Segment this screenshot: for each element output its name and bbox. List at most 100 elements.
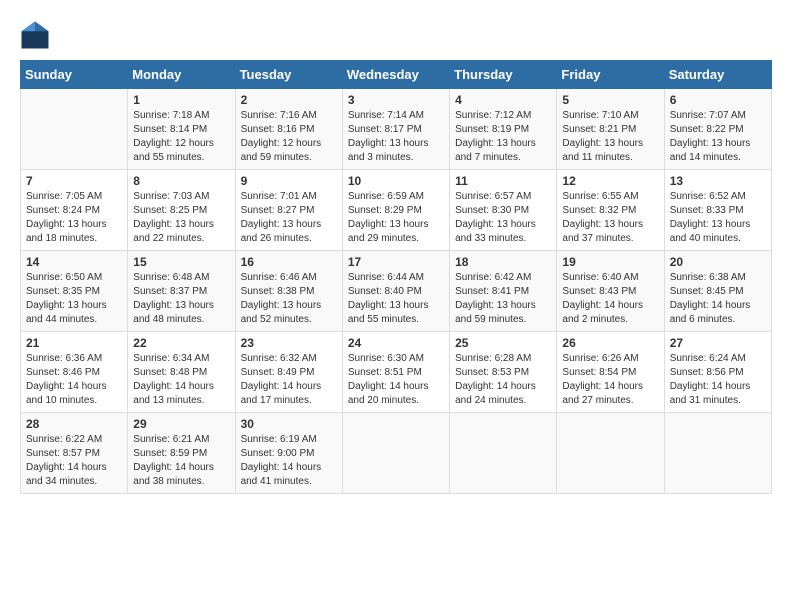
calendar-cell: 25Sunrise: 6:28 AMSunset: 8:53 PMDayligh… (450, 332, 557, 413)
day-number: 29 (133, 417, 229, 431)
sunset-text: Sunset: 8:53 PM (455, 367, 529, 378)
sunset-text: Sunset: 8:35 PM (26, 286, 100, 297)
day-number: 9 (241, 174, 337, 188)
day-number: 21 (26, 336, 122, 350)
sunrise-text: Sunrise: 6:22 AM (26, 434, 102, 445)
cell-content: Sunrise: 6:44 AMSunset: 8:40 PMDaylight:… (348, 271, 444, 327)
cell-content: Sunrise: 6:30 AMSunset: 8:51 PMDaylight:… (348, 352, 444, 408)
sunrise-text: Sunrise: 6:50 AM (26, 272, 102, 283)
daylight-text: Daylight: 12 hours and 59 minutes. (241, 138, 322, 163)
day-number: 6 (670, 93, 766, 107)
daylight-text: Daylight: 13 hours and 44 minutes. (26, 300, 107, 325)
sunset-text: Sunset: 8:27 PM (241, 205, 315, 216)
daylight-text: Daylight: 13 hours and 14 minutes. (670, 138, 751, 163)
sunset-text: Sunset: 8:48 PM (133, 367, 207, 378)
cell-content: Sunrise: 6:38 AMSunset: 8:45 PMDaylight:… (670, 271, 766, 327)
sunrise-text: Sunrise: 6:57 AM (455, 191, 531, 202)
day-number: 5 (562, 93, 658, 107)
calendar-cell (557, 413, 664, 494)
cell-content: Sunrise: 7:14 AMSunset: 8:17 PMDaylight:… (348, 109, 444, 165)
calendar-cell: 15Sunrise: 6:48 AMSunset: 8:37 PMDayligh… (128, 251, 235, 332)
day-number: 16 (241, 255, 337, 269)
sunset-text: Sunset: 8:57 PM (26, 448, 100, 459)
sunset-text: Sunset: 8:19 PM (455, 124, 529, 135)
sunrise-text: Sunrise: 6:19 AM (241, 434, 317, 445)
logo-icon (20, 20, 50, 50)
sunrise-text: Sunrise: 6:40 AM (562, 272, 638, 283)
cell-content: Sunrise: 7:01 AMSunset: 8:27 PMDaylight:… (241, 190, 337, 246)
cell-content: Sunrise: 6:19 AMSunset: 9:00 PMDaylight:… (241, 433, 337, 489)
calendar-cell: 20Sunrise: 6:38 AMSunset: 8:45 PMDayligh… (664, 251, 771, 332)
day-number: 8 (133, 174, 229, 188)
cell-content: Sunrise: 7:12 AMSunset: 8:19 PMDaylight:… (455, 109, 551, 165)
day-header-thursday: Thursday (450, 61, 557, 89)
calendar-week-4: 21Sunrise: 6:36 AMSunset: 8:46 PMDayligh… (21, 332, 772, 413)
day-header-friday: Friday (557, 61, 664, 89)
cell-content: Sunrise: 6:59 AMSunset: 8:29 PMDaylight:… (348, 190, 444, 246)
daylight-text: Daylight: 14 hours and 17 minutes. (241, 381, 322, 406)
daylight-text: Daylight: 14 hours and 31 minutes. (670, 381, 751, 406)
calendar-cell: 24Sunrise: 6:30 AMSunset: 8:51 PMDayligh… (342, 332, 449, 413)
calendar-table: SundayMondayTuesdayWednesdayThursdayFrid… (20, 60, 772, 494)
sunrise-text: Sunrise: 6:26 AM (562, 353, 638, 364)
daylight-text: Daylight: 14 hours and 13 minutes. (133, 381, 214, 406)
calendar-cell: 28Sunrise: 6:22 AMSunset: 8:57 PMDayligh… (21, 413, 128, 494)
cell-content: Sunrise: 6:48 AMSunset: 8:37 PMDaylight:… (133, 271, 229, 327)
day-number: 14 (26, 255, 122, 269)
day-number: 4 (455, 93, 551, 107)
daylight-text: Daylight: 14 hours and 34 minutes. (26, 462, 107, 487)
sunrise-text: Sunrise: 6:24 AM (670, 353, 746, 364)
sunrise-text: Sunrise: 6:32 AM (241, 353, 317, 364)
sunrise-text: Sunrise: 6:59 AM (348, 191, 424, 202)
sunset-text: Sunset: 8:24 PM (26, 205, 100, 216)
cell-content: Sunrise: 6:34 AMSunset: 8:48 PMDaylight:… (133, 352, 229, 408)
daylight-text: Daylight: 14 hours and 10 minutes. (26, 381, 107, 406)
calendar-cell: 4 Sunrise: 7:12 AMSunset: 8:19 PMDaylight… (450, 89, 557, 170)
calendar-cell: 6Sunrise: 7:07 AMSunset: 8:22 PMDaylight… (664, 89, 771, 170)
sunrise-text: Sunrise: 6:42 AM (455, 272, 531, 283)
cell-content: Sunrise: 6:46 AMSunset: 8:38 PMDaylight:… (241, 271, 337, 327)
day-number: 1 (133, 93, 229, 107)
header (20, 20, 772, 50)
daylight-text: Daylight: 14 hours and 2 minutes. (562, 300, 643, 325)
day-number: 17 (348, 255, 444, 269)
daylight-text: Daylight: 12 hours and 55 minutes. (133, 138, 214, 163)
sunrise-text: Sunrise: 6:48 AM (133, 272, 209, 283)
sunrise-text: Sunrise: 7:10 AM (562, 110, 638, 121)
sunset-text: Sunset: 8:32 PM (562, 205, 636, 216)
day-number: 11 (455, 174, 551, 188)
sunset-text: Sunset: 8:33 PM (670, 205, 744, 216)
day-number: 19 (562, 255, 658, 269)
daylight-text: Daylight: 13 hours and 33 minutes. (455, 219, 536, 244)
sunrise-text: Sunrise: 7:01 AM (241, 191, 317, 202)
day-number: 23 (241, 336, 337, 350)
calendar-week-5: 28Sunrise: 6:22 AMSunset: 8:57 PMDayligh… (21, 413, 772, 494)
calendar-cell (21, 89, 128, 170)
calendar-cell: 13Sunrise: 6:52 AMSunset: 8:33 PMDayligh… (664, 170, 771, 251)
day-header-sunday: Sunday (21, 61, 128, 89)
logo (20, 20, 54, 50)
sunrise-text: Sunrise: 6:44 AM (348, 272, 424, 283)
day-number: 25 (455, 336, 551, 350)
cell-content: Sunrise: 6:50 AM Sunset: 8:35 PM Daylight:… (26, 271, 122, 327)
day-header-saturday: Saturday (664, 61, 771, 89)
day-header-row: SundayMondayTuesdayWednesdayThursdayFrid… (21, 61, 772, 89)
day-number: 27 (670, 336, 766, 350)
daylight-text: Daylight: 13 hours and 3 minutes. (348, 138, 429, 163)
cell-content: Sunrise: 7:10 AMSunset: 8:21 PMDaylight:… (562, 109, 658, 165)
sunset-text: Sunset: 9:00 PM (241, 448, 315, 459)
sunset-text: Sunset: 8:25 PM (133, 205, 207, 216)
sunrise-text: Sunrise: 6:52 AM (670, 191, 746, 202)
sunrise-text: Sunrise: 7:07 AM (670, 110, 746, 121)
sunset-text: Sunset: 8:16 PM (241, 124, 315, 135)
cell-content: Sunrise: 6:55 AMSunset: 8:32 PMDaylight:… (562, 190, 658, 246)
daylight-text: Daylight: 14 hours and 6 minutes. (670, 300, 751, 325)
day-number: 13 (670, 174, 766, 188)
daylight-text: Daylight: 13 hours and 55 minutes. (348, 300, 429, 325)
calendar-cell: 26Sunrise: 6:26 AMSunset: 8:54 PMDayligh… (557, 332, 664, 413)
daylight-text: Daylight: 14 hours and 20 minutes. (348, 381, 429, 406)
calendar-week-2: 7Sunrise: 7:05 AMSunset: 8:24 PMDaylight… (21, 170, 772, 251)
sunrise-text: Sunrise: 6:46 AM (241, 272, 317, 283)
cell-content: Sunrise: 6:26 AMSunset: 8:54 PMDaylight:… (562, 352, 658, 408)
sunset-text: Sunset: 8:46 PM (26, 367, 100, 378)
